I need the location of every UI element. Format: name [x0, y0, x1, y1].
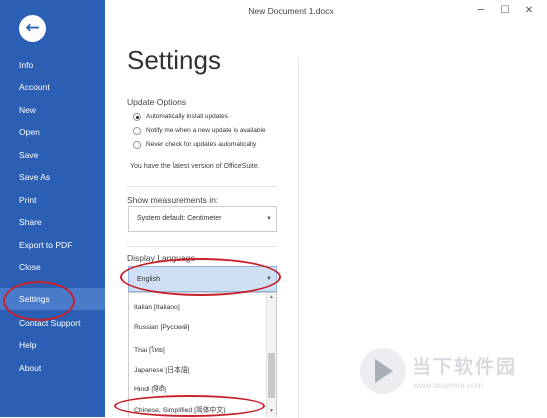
window-title: New Document 1.docx	[248, 6, 334, 16]
radio-unchecked-icon[interactable]	[133, 127, 141, 135]
language-option-japanese[interactable]: Japanese [日本語]	[134, 364, 190, 374]
sidebar-item-save[interactable]: Save	[0, 144, 105, 166]
radio-notify[interactable]: Notify me when a new update is available	[133, 126, 266, 136]
language-option-italian[interactable]: Italian [Italiano]	[134, 304, 180, 311]
watermark-url: www.downxia.com	[413, 380, 483, 390]
minimize-icon[interactable]: ─	[471, 2, 491, 20]
sidebar-item-export-to-pdf[interactable]: Export to PDF	[0, 234, 105, 256]
measurements-value: System default: Centimeter	[137, 215, 222, 222]
update-status-text: You have the latest version of OfficeSui…	[130, 163, 260, 170]
sidebar-item-save-as[interactable]: Save As	[0, 166, 105, 188]
maximize-icon[interactable]: ☐	[495, 2, 515, 20]
sidebar-item-share[interactable]: Share	[0, 211, 105, 233]
language-option-hindi[interactable]: Hindi [हिंदी]	[134, 384, 166, 393]
radio-label: Notify me when a new update is available	[146, 127, 266, 134]
sidebar-item-help[interactable]: Help	[0, 334, 105, 356]
radio-never-check[interactable]: Never check for updates automatically	[133, 140, 256, 150]
language-option-russian[interactable]: Russian [Русский]	[134, 324, 189, 331]
radio-label: Never check for updates automatically	[146, 141, 257, 148]
scroll-thumb[interactable]	[268, 353, 275, 398]
annotation-ellipse-language	[120, 258, 281, 296]
scroll-up-icon[interactable]: ▲	[267, 294, 276, 300]
divider	[127, 186, 277, 187]
sidebar-item-open[interactable]: Open	[0, 121, 105, 143]
title-bar: New Document 1.docx ─ ☐ ✕	[105, 0, 547, 24]
language-option-thai[interactable]: Thai [ไทย]	[134, 344, 165, 355]
page-title: Settings	[127, 45, 221, 75]
watermark-text: 当下软件园	[412, 357, 518, 378]
update-options-label: Update Options	[127, 97, 187, 107]
divider	[127, 246, 277, 247]
scrollbar[interactable]: ▲ ▼	[266, 293, 276, 417]
radio-checked-icon[interactable]	[133, 113, 141, 121]
sidebar-item-print[interactable]: Print	[0, 189, 105, 211]
sidebar: ← Info Account New Open Save Save As Pri…	[0, 0, 105, 417]
scroll-down-icon[interactable]: ▼	[267, 408, 276, 414]
radio-label: Automatically install updates	[146, 113, 229, 120]
annotation-ellipse-chinese	[114, 395, 265, 417]
divider	[298, 58, 299, 418]
sidebar-item-info[interactable]: Info	[0, 54, 105, 76]
radio-auto-install[interactable]: Automatically install updates	[133, 112, 228, 122]
chevron-down-icon[interactable]: ▼	[266, 216, 272, 222]
measurements-select[interactable]: System default: Centimeter ▼	[128, 206, 277, 232]
radio-unchecked-icon[interactable]	[133, 141, 141, 149]
close-icon[interactable]: ✕	[519, 2, 539, 20]
sidebar-item-about[interactable]: About	[0, 357, 105, 379]
sidebar-item-close[interactable]: Close	[0, 256, 105, 278]
back-arrow-icon[interactable]: ←	[19, 15, 46, 42]
measurements-label: Show measurements in:	[127, 195, 219, 205]
sidebar-item-new[interactable]: New	[0, 99, 105, 121]
watermark-logo-icon	[360, 348, 406, 394]
sidebar-item-account[interactable]: Account	[0, 76, 105, 98]
annotation-ellipse-settings	[3, 281, 75, 321]
